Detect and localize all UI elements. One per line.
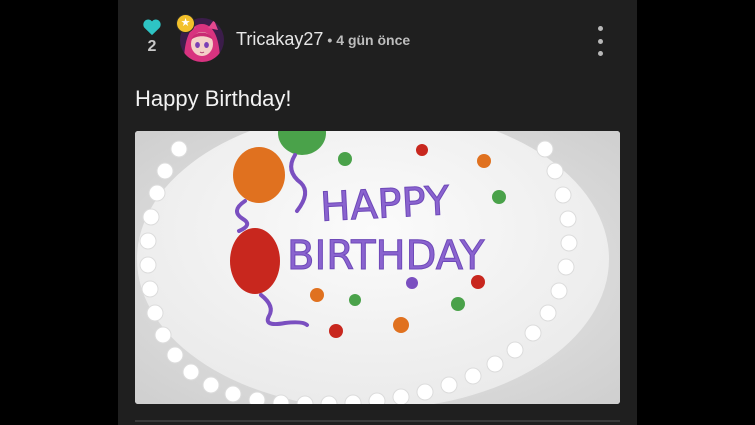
post-meta: Tricakay27 • 4 gün önce bbox=[236, 29, 410, 50]
post-time: 4 gün önce bbox=[336, 32, 411, 48]
meta-separator: • bbox=[327, 32, 333, 48]
author-name[interactable]: Tricakay27 bbox=[236, 29, 323, 50]
star-icon: ★ bbox=[176, 14, 195, 33]
heart-icon[interactable] bbox=[142, 18, 162, 36]
more-vertical-icon[interactable] bbox=[590, 26, 610, 56]
cake-text-birthday: BIRTHDAY bbox=[287, 233, 485, 279]
cake-text-happy: HAPPY bbox=[319, 178, 451, 231]
post-card: 2 ★ Tricakay27 • 4 gün önce Happy Birthd… bbox=[118, 0, 637, 425]
divider bbox=[135, 420, 620, 422]
post-text: Happy Birthday! bbox=[135, 86, 292, 111]
like-control[interactable]: 2 bbox=[140, 18, 164, 56]
post-image[interactable]: HAPPY BIRTHDAY bbox=[135, 131, 620, 404]
like-count: 2 bbox=[147, 38, 157, 55]
